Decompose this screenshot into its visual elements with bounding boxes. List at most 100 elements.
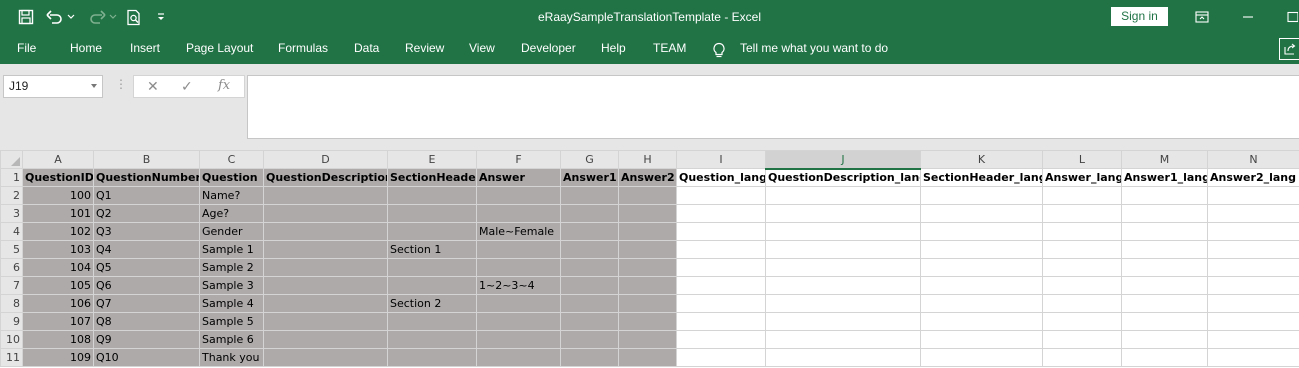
tab-help[interactable]: Help [601, 34, 626, 64]
save-icon[interactable] [14, 0, 38, 34]
column-header[interactable]: I [676, 150, 766, 169]
cell[interactable] [263, 348, 388, 367]
cell[interactable] [476, 204, 561, 223]
tab-review[interactable]: Review [405, 34, 444, 64]
column-header[interactable]: G [560, 150, 619, 169]
tab-developer[interactable]: Developer [521, 34, 576, 64]
cell[interactable] [1042, 240, 1122, 259]
cell[interactable]: 1~2~3~4 [476, 276, 561, 295]
cell[interactable] [1042, 330, 1122, 349]
cell[interactable] [1207, 348, 1299, 367]
cell[interactable]: Male~Female [476, 222, 561, 241]
cell[interactable]: SectionHeader_lang [920, 168, 1043, 187]
cell[interactable] [560, 276, 619, 295]
share-icon[interactable] [1279, 38, 1299, 60]
redo-dropdown-icon[interactable] [108, 0, 118, 34]
cell[interactable] [1042, 258, 1122, 277]
redo-icon[interactable] [86, 0, 108, 34]
cell[interactable]: QuestionDescription_lang [765, 168, 921, 187]
cell[interactable]: Sample 3 [199, 276, 264, 295]
row-header[interactable]: 1 [0, 168, 23, 187]
tab-formulas[interactable]: Formulas [278, 34, 328, 64]
cell[interactable]: QuestionNumber [93, 168, 200, 187]
cell[interactable] [676, 276, 766, 295]
cell[interactable] [765, 348, 921, 367]
cell[interactable] [1121, 240, 1208, 259]
row-header[interactable]: 11 [0, 348, 23, 367]
cell[interactable] [676, 186, 766, 205]
cell[interactable] [920, 204, 1043, 223]
cell[interactable]: Sample 1 [199, 240, 264, 259]
cell[interactable] [387, 222, 477, 241]
cell[interactable]: QuestionID [22, 168, 94, 187]
cell[interactable] [1207, 330, 1299, 349]
cell[interactable] [387, 258, 477, 277]
cell[interactable] [618, 348, 677, 367]
cell[interactable]: Q2 [93, 204, 200, 223]
cell[interactable] [1207, 294, 1299, 313]
cell[interactable] [618, 258, 677, 277]
cell[interactable]: Sample 5 [199, 312, 264, 331]
cell[interactable] [1207, 240, 1299, 259]
cell[interactable] [263, 240, 388, 259]
cell[interactable]: Section 1 [387, 240, 477, 259]
cell[interactable]: Q9 [93, 330, 200, 349]
row-header[interactable]: 7 [0, 276, 23, 295]
column-header-selected[interactable]: J [765, 150, 921, 170]
cell[interactable]: Answer2 [618, 168, 677, 187]
print-preview-icon[interactable] [124, 0, 144, 34]
column-header[interactable]: K [920, 150, 1043, 169]
tab-insert[interactable]: Insert [130, 34, 160, 64]
cell[interactable] [387, 312, 477, 331]
enter-icon[interactable]: ✓ [181, 78, 193, 95]
cell[interactable] [618, 330, 677, 349]
cell[interactable] [920, 330, 1043, 349]
cell[interactable] [618, 312, 677, 331]
cell[interactable] [676, 240, 766, 259]
column-header[interactable]: E [387, 150, 477, 169]
cell[interactable] [387, 276, 477, 295]
cell[interactable] [618, 204, 677, 223]
cell[interactable]: 109 [22, 348, 94, 367]
cell[interactable] [476, 186, 561, 205]
cell[interactable] [387, 204, 477, 223]
cell[interactable]: Q10 [93, 348, 200, 367]
cell[interactable]: Question [199, 168, 264, 187]
cell[interactable] [560, 240, 619, 259]
resize-handle-icon[interactable]: ⋮ [115, 77, 127, 91]
sign-in-button[interactable]: Sign in [1111, 7, 1168, 26]
cell[interactable] [1042, 204, 1122, 223]
tab-page-layout[interactable]: Page Layout [186, 34, 253, 64]
cell[interactable] [1121, 330, 1208, 349]
cell[interactable] [676, 348, 766, 367]
cell[interactable] [765, 276, 921, 295]
cell[interactable] [765, 294, 921, 313]
tab-data[interactable]: Data [354, 34, 379, 64]
cell[interactable] [1042, 312, 1122, 331]
cell[interactable] [560, 312, 619, 331]
cell[interactable]: Age? [199, 204, 264, 223]
cell[interactable]: Q6 [93, 276, 200, 295]
cell[interactable] [263, 276, 388, 295]
cell[interactable] [560, 204, 619, 223]
cell[interactable] [263, 204, 388, 223]
name-box[interactable]: J19 [3, 75, 103, 98]
maximize-icon[interactable] [1285, 0, 1299, 34]
cell[interactable] [1121, 348, 1208, 367]
cell[interactable]: 107 [22, 312, 94, 331]
cell[interactable]: Q1 [93, 186, 200, 205]
cell[interactable]: Q3 [93, 222, 200, 241]
row-header[interactable]: 2 [0, 186, 23, 205]
cell[interactable]: Q7 [93, 294, 200, 313]
cell[interactable] [920, 276, 1043, 295]
cell[interactable] [1207, 222, 1299, 241]
cell[interactable] [920, 222, 1043, 241]
cell[interactable] [765, 240, 921, 259]
cell[interactable] [1207, 258, 1299, 277]
cell[interactable] [263, 186, 388, 205]
select-all-corner[interactable] [0, 150, 23, 169]
cell[interactable]: Sample 4 [199, 294, 264, 313]
cell[interactable] [920, 240, 1043, 259]
cell[interactable] [920, 348, 1043, 367]
cell[interactable] [1121, 276, 1208, 295]
